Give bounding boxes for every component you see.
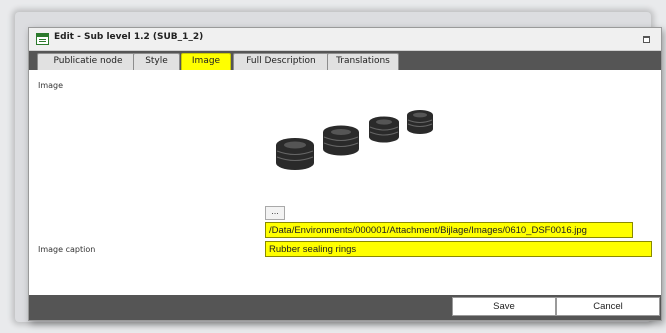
title-bar[interactable]: Edit - Sub level 1.2 (SUB_1_2) bbox=[29, 28, 661, 51]
edit-dialog: Edit - Sub level 1.2 (SUB_1_2) Publicati… bbox=[28, 27, 662, 321]
tab-style[interactable]: Style bbox=[133, 53, 180, 70]
image-caption-field[interactable]: Rubber sealing rings bbox=[265, 241, 652, 257]
image-label: Image bbox=[38, 81, 64, 90]
save-button[interactable]: Save bbox=[452, 297, 556, 316]
image-path-field[interactable]: /Data/Environments/000001/Attachment/Bij… bbox=[265, 222, 633, 238]
tab-translations[interactable]: Translations bbox=[327, 53, 399, 70]
cancel-button[interactable]: Cancel bbox=[556, 297, 660, 316]
footer-bar: Save Cancel bbox=[29, 295, 661, 320]
window-title: Edit - Sub level 1.2 (SUB_1_2) bbox=[54, 32, 204, 42]
tab-full-description[interactable]: Full Description bbox=[233, 53, 329, 70]
tab-bar: Publicatie node Style Image Full Descrip… bbox=[29, 51, 661, 70]
tab-publicatie-node[interactable]: Publicatie node bbox=[37, 53, 139, 70]
tab-image[interactable]: Image bbox=[181, 53, 231, 70]
image-preview bbox=[265, 70, 441, 190]
rubber-rings-image bbox=[276, 110, 433, 170]
form-icon bbox=[36, 33, 49, 45]
tab-content: Image ... /Data/Environments/000001/Atta… bbox=[29, 70, 661, 295]
image-caption-label: Image caption bbox=[38, 245, 96, 254]
restore-icon[interactable] bbox=[643, 36, 650, 43]
browse-button[interactable]: ... bbox=[265, 206, 285, 220]
